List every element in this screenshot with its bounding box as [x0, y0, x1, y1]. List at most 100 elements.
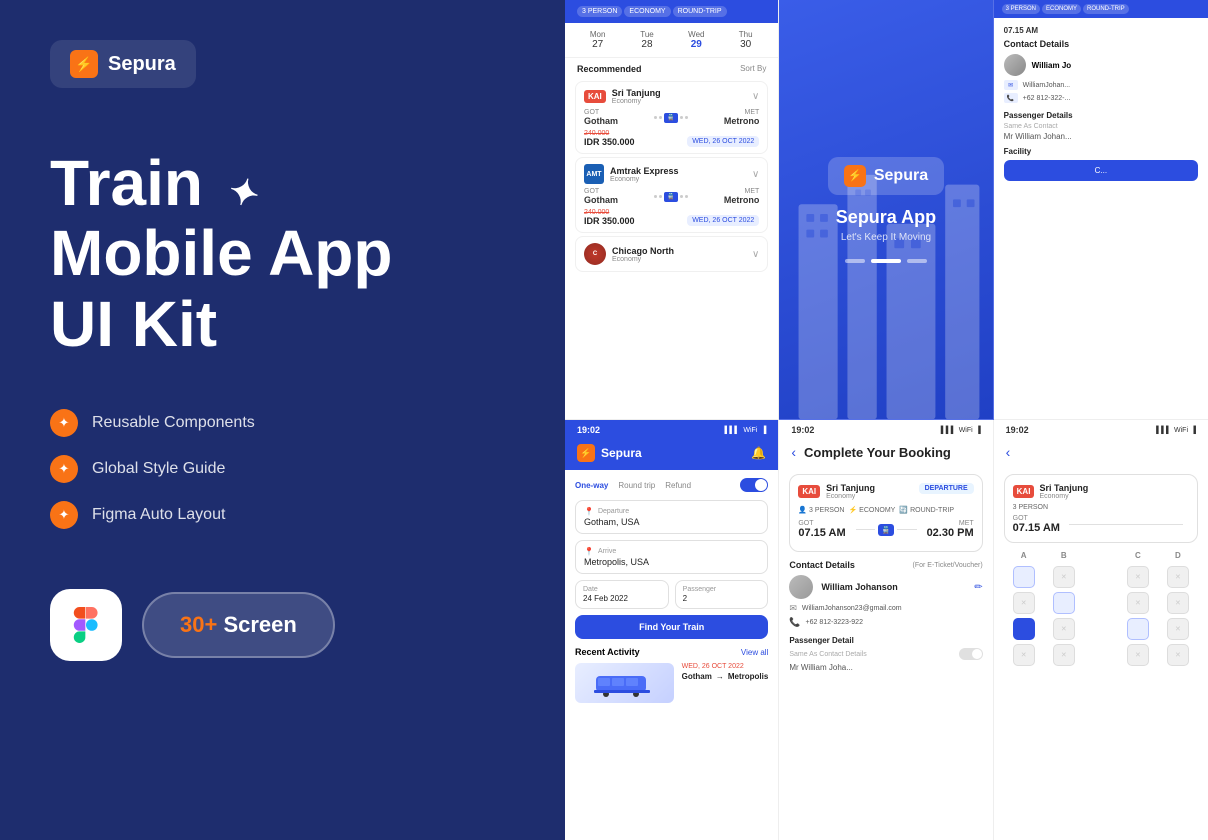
m4-arrive-field[interactable]: 📍 Arrive Metropolis, USA — [575, 540, 768, 574]
m4-tab-oneway[interactable]: One-way — [575, 481, 608, 490]
m4-recent-route: Gotham → Metropolis — [682, 672, 769, 681]
m5-train-icon: 🚆 — [878, 524, 894, 536]
screens-count-button[interactable]: 30+ Screen — [142, 592, 335, 658]
m5-status-time: 19:02 — [791, 425, 814, 435]
m4-train-svg — [594, 668, 654, 698]
m6-seat-row-2: ✕ ✕ ✕ — [1004, 592, 1198, 614]
logo-icon: ⚡ — [70, 50, 98, 78]
bottom-actions: 30+ Screen — [50, 589, 515, 661]
m2-splash-content: ⚡ Sepura Sepura App Let's Keep It Moving — [779, 0, 992, 419]
m4-wifi-icon: WiFi — [743, 427, 757, 434]
m4-notification-icon[interactable]: 🔔 — [751, 446, 766, 460]
m4-arrive-label: Arrive — [598, 548, 616, 555]
m4-refund-toggle[interactable] — [740, 478, 768, 492]
m6-seat-row-1: ✕ ✕ ✕ — [1004, 566, 1198, 588]
m6-seat-2a[interactable]: ✕ — [1013, 592, 1035, 614]
figma-button[interactable] — [50, 589, 122, 661]
m1-logo-kai: KAI — [584, 90, 606, 103]
m3-continue-btn[interactable]: C... — [1004, 160, 1198, 181]
m4-recent-activity-item[interactable]: WED, 26 OCT 2022 Gotham → Metropolis — [575, 663, 768, 703]
m6-seat-4c[interactable]: ✕ — [1127, 644, 1149, 666]
m1-day-thu[interactable]: Thu 30 — [721, 27, 770, 53]
check-icon-2: ✦ — [50, 455, 78, 483]
m5-same-as-toggle[interactable] — [959, 648, 983, 660]
m6-seat-1c[interactable]: ✕ — [1127, 566, 1149, 588]
m4-departure-value: Gotham, USA — [584, 517, 759, 527]
m6-col-c: C — [1127, 551, 1149, 560]
m4-arrive-icon: 📍 — [584, 547, 594, 556]
m6-seat-4d[interactable]: ✕ — [1167, 644, 1189, 666]
headline-h1: Train ✦ Mobile App UI Kit — [50, 148, 515, 359]
m6-seat-2d[interactable]: ✕ — [1167, 592, 1189, 614]
m4-date-pass-row: Date 24 Feb 2022 Passenger 2 — [575, 580, 768, 609]
feature-text-1: Reusable Components — [92, 414, 255, 432]
m4-view-all-link[interactable]: View all — [741, 648, 768, 657]
m1-date-badge-2: WED, 26 OCT 2022 — [687, 215, 759, 226]
m3-time-status: 07.15 AM — [1004, 26, 1198, 35]
m4-recent-header: Recent Activity View all — [575, 647, 768, 657]
m4-tab-refund[interactable]: Refund — [665, 481, 691, 490]
m6-seat-2c[interactable]: ✕ — [1127, 592, 1149, 614]
m1-train-card-2[interactable]: AMT Amtrak Express Economy ∨ GOTGotham 🚆… — [575, 157, 768, 233]
m6-status-time: 19:02 — [1006, 425, 1029, 435]
m5-edit-icon[interactable]: ✏ — [974, 582, 982, 593]
m1-sort-label[interactable]: Sort By — [740, 64, 766, 74]
m6-seat-3b[interactable]: ✕ — [1053, 618, 1075, 640]
m3-email-text: WilliamJohan... — [1023, 82, 1070, 89]
m4-statusbar: 19:02 ▌▌▌ WiFi ▐ — [565, 420, 778, 440]
mockup-splash: ⚡ Sepura Sepura App Let's Keep It Moving — [779, 0, 993, 420]
m5-wifi-icon: WiFi — [959, 427, 973, 434]
m4-body: One-way Round trip Refund 📍 Departure Go… — [565, 470, 778, 711]
m6-seat-1d[interactable]: ✕ — [1167, 566, 1189, 588]
m4-date-value: 24 Feb 2022 — [583, 594, 661, 603]
m2-pagination-dots — [845, 259, 927, 263]
m1-train-icon-2: 🚆 — [664, 192, 678, 202]
mockup-complete-booking: 19:02 ▌▌▌ WiFi ▐ ‹ Complete Your Booking… — [779, 420, 993, 840]
m6-train-info: KAI Sri Tanjung Economy — [1013, 483, 1089, 500]
screens-plus: 30+ — [180, 612, 217, 637]
m6-seat-1a[interactable] — [1013, 566, 1035, 588]
mockup-grid: 3 PERSON ECONOMY ROUND-TRIP Mon 27 Tue 2… — [565, 0, 1208, 840]
m1-train-card-3[interactable]: C Chicago North Economy ∨ — [575, 236, 768, 272]
m1-day-tue[interactable]: Tue 28 — [622, 27, 671, 53]
m3-same-as-label: Same As Contact — [1004, 123, 1198, 130]
m5-for-label: (For E-Ticket/Voucher) — [913, 562, 983, 569]
m2-logo-badge: ⚡ Sepura — [828, 157, 944, 195]
logo-badge[interactable]: ⚡ Sepura — [50, 40, 196, 88]
m1-day-selector[interactable]: Mon 27 Tue 28 Wed 29 Thu 30 — [565, 23, 778, 58]
m1-day-mon[interactable]: Mon 27 — [573, 27, 622, 53]
m5-same-text: Same As Contact Details — [789, 651, 866, 658]
m4-tab-roundtrip[interactable]: Round trip — [618, 481, 655, 490]
m5-same-as-row: Same As Contact Details — [789, 648, 982, 660]
m5-contact-row: William Johanson ✏ — [789, 575, 982, 599]
m6-seat-4b[interactable]: ✕ — [1053, 644, 1075, 666]
m6-seat-3a[interactable] — [1013, 618, 1035, 640]
m4-find-train-button[interactable]: Find Your Train — [575, 615, 768, 639]
m6-seat-3d[interactable]: ✕ — [1167, 618, 1189, 640]
m3-contact-name: William Jo — [1032, 61, 1072, 70]
m6-seat-3c[interactable] — [1127, 618, 1149, 640]
m6-seat-4a[interactable]: ✕ — [1013, 644, 1035, 666]
m4-recent-title: Recent Activity — [575, 647, 640, 657]
m1-recommended-title: Recommended — [577, 64, 642, 74]
mockup-booking-detail-top: 3 PERSON ECONOMY ROUND-TRIP 07.15 AM Con… — [994, 0, 1208, 420]
m4-passenger-field[interactable]: Passenger 2 — [675, 580, 769, 609]
m6-back-button[interactable]: ‹ — [1006, 444, 1011, 460]
m6-seat-2b[interactable] — [1053, 592, 1075, 614]
m1-day-wed[interactable]: Wed 29 — [672, 27, 721, 53]
m2-dot-1 — [845, 259, 865, 263]
m4-route-to: Metropolis — [728, 672, 768, 681]
m4-appbar: ⚡ Sepura 🔔 — [565, 440, 778, 470]
m6-wifi-icon: WiFi — [1174, 427, 1188, 434]
m6-seat-1b[interactable]: ✕ — [1053, 566, 1075, 588]
m4-date-field[interactable]: Date 24 Feb 2022 — [575, 580, 669, 609]
m6-col-b: B — [1053, 551, 1075, 560]
m4-departure-field[interactable]: 📍 Departure Gotham, USA — [575, 500, 768, 534]
m1-train-card-1[interactable]: KAI Sri Tanjung Economy ∨ GOTGotham 🚆 ME… — [575, 81, 768, 154]
m1-train-icon: 🚆 — [664, 113, 678, 123]
m3-filter-bar: 3 PERSON ECONOMY ROUND-TRIP — [994, 0, 1208, 18]
m2-brand-name: Sepura — [874, 167, 928, 185]
m5-back-button[interactable]: ‹ — [791, 444, 796, 460]
m5-email-icon: ✉ — [789, 603, 797, 614]
m1-date-badge-1: WED, 26 OCT 2022 — [687, 136, 759, 147]
